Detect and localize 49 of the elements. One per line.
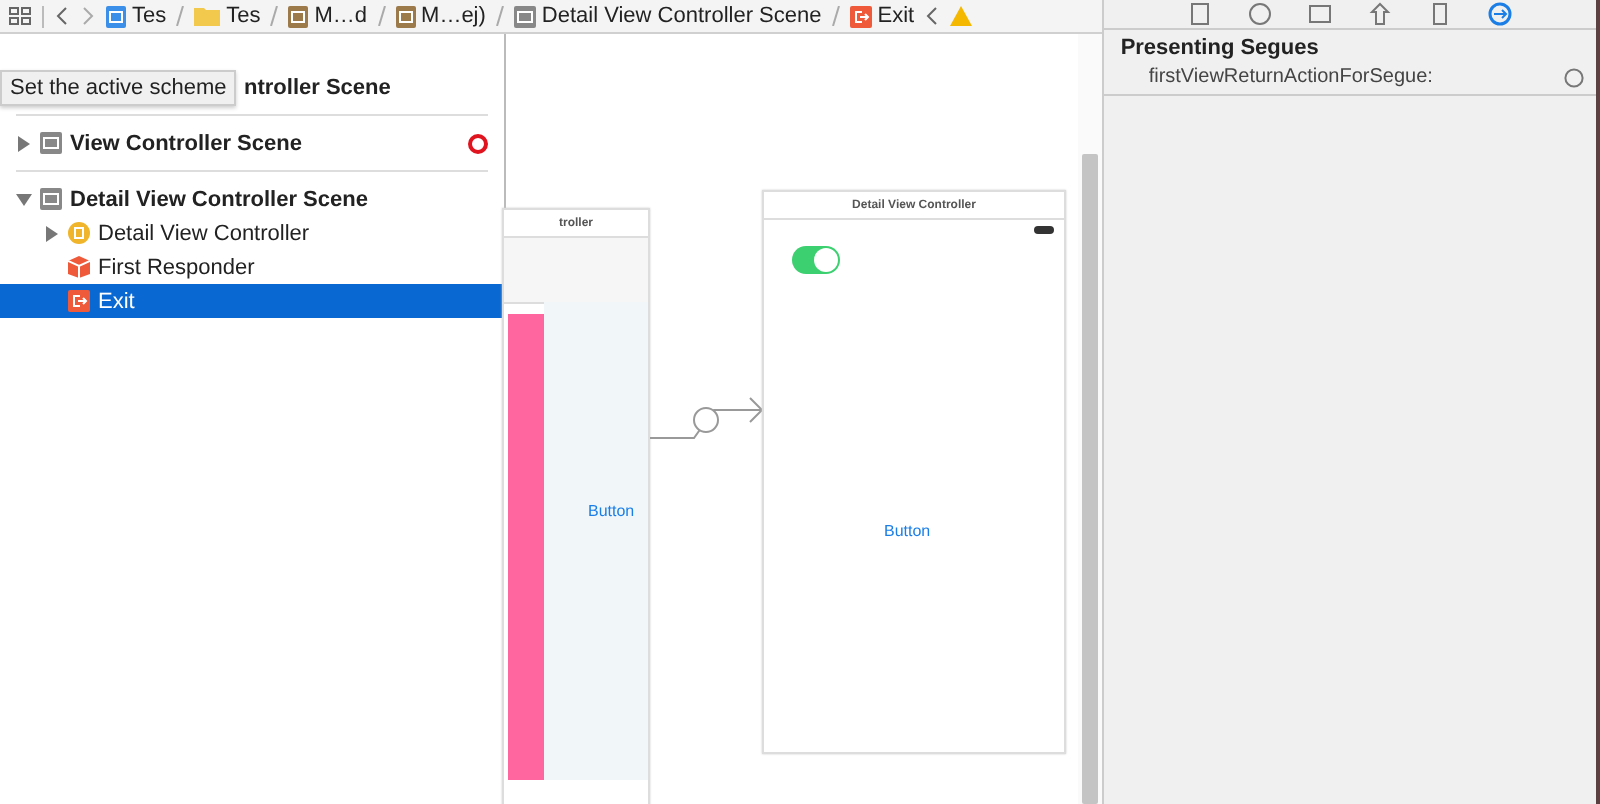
divider-line-icon — [42, 5, 44, 27]
breadcrumb-item[interactable]: Detail View Controller Scene — [541, 4, 822, 28]
outline-row[interactable]: Detail View Controller Scene — [0, 182, 504, 216]
view-controller-icon — [68, 222, 90, 244]
canvas-button[interactable]: Button — [588, 502, 635, 520]
breadcrumb-item[interactable]: M…ej) — [421, 4, 486, 28]
tooltip: Set the active scheme — [0, 70, 237, 106]
scene-icon — [513, 5, 536, 27]
exit-icon — [68, 290, 90, 312]
outline-row[interactable]: Detail View Controller — [0, 216, 504, 250]
breadcrumb-item[interactable]: Tes — [226, 4, 261, 28]
help-icon[interactable] — [1248, 2, 1273, 26]
id-card-icon[interactable] — [1308, 2, 1333, 26]
separator-icon — [270, 6, 279, 26]
back-icon[interactable] — [924, 6, 941, 26]
connection-circle-icon[interactable] — [1564, 67, 1584, 87]
scene-icon — [40, 188, 62, 210]
outline-row[interactable]: First Responder — [0, 250, 504, 284]
breadcrumb-item[interactable]: Exit — [877, 4, 915, 28]
grid-icon[interactable] — [8, 6, 32, 26]
document-icon — [288, 5, 309, 27]
back-icon[interactable] — [54, 6, 70, 26]
breadcrumb-item[interactable]: Tes — [132, 4, 167, 28]
document-icon[interactable] — [1188, 2, 1213, 26]
scene-icon — [40, 132, 62, 154]
forward-icon[interactable] — [80, 6, 96, 26]
canvas-button[interactable]: Button — [884, 522, 931, 540]
disclosure-triangle-icon[interactable] — [44, 225, 60, 241]
battery-icon — [1034, 226, 1054, 234]
scrollbar-thumb[interactable] — [1082, 154, 1099, 804]
document-icon — [106, 5, 126, 27]
section-title: Presenting Segues — [1118, 34, 1321, 60]
toggle-switch[interactable] — [792, 246, 840, 274]
cube-icon — [68, 256, 90, 278]
separator-icon — [495, 6, 504, 26]
separator-icon — [377, 6, 386, 26]
exit-icon — [849, 5, 872, 27]
outline-row[interactable]: Exit — [0, 284, 504, 318]
separator-icon — [176, 6, 185, 26]
error-icon[interactable] — [468, 133, 488, 153]
disclosure-triangle-icon[interactable] — [16, 191, 32, 207]
folder-icon — [194, 6, 221, 26]
disclosure-triangle-icon[interactable] — [16, 135, 32, 151]
separator-icon — [831, 6, 840, 26]
document-icon — [395, 5, 416, 27]
outline-row[interactable]: View Controller Scene — [0, 126, 504, 160]
segue-label: firstViewReturnActionForSegue: — [1148, 66, 1433, 88]
arrow-circle-icon[interactable] — [1488, 2, 1513, 26]
breadcrumb-item[interactable]: M…d — [314, 4, 368, 28]
